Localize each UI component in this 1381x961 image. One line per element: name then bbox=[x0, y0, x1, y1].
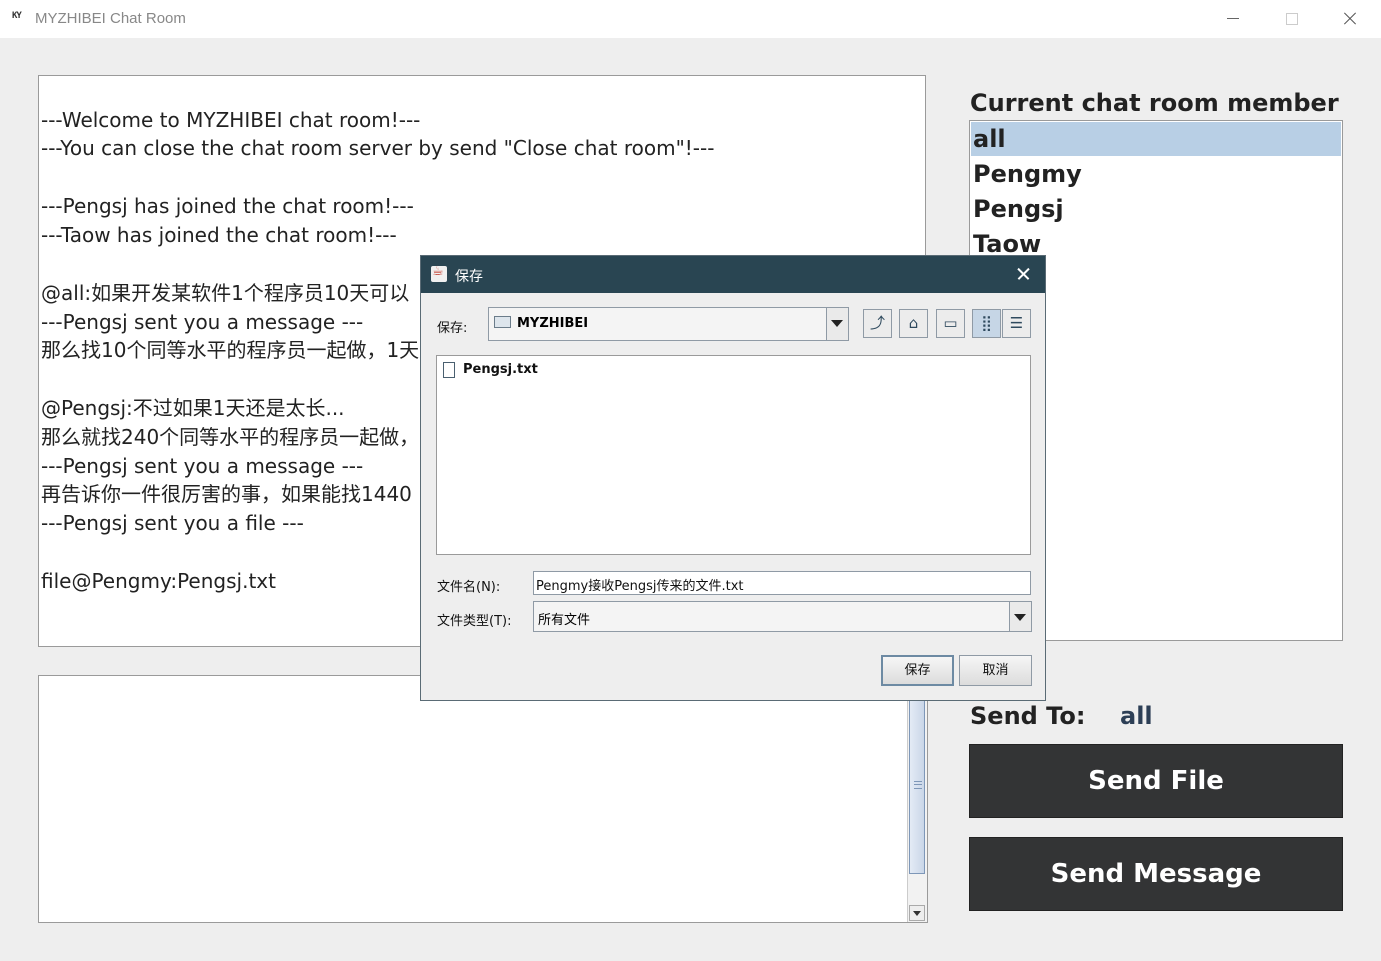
send-file-button[interactable]: Send File bbox=[969, 744, 1343, 818]
app-icon: KY bbox=[12, 11, 22, 21]
member-item-pengmy[interactable]: Pengmy bbox=[971, 157, 1341, 191]
scrollbar-thumb[interactable] bbox=[909, 696, 925, 874]
member-item-all[interactable]: all bbox=[971, 122, 1341, 156]
filename-field[interactable]: Pengmy接收Pengsj传来的文件.txt bbox=[533, 571, 1031, 595]
send-message-button[interactable]: Send Message bbox=[969, 837, 1343, 911]
chat-line: ---You can close the chat room server by… bbox=[41, 136, 715, 160]
chat-line: 那么找10个同等水平的程序员一起做，1天 bbox=[41, 338, 420, 362]
chevron-down-icon[interactable] bbox=[826, 308, 848, 340]
filetype-combo[interactable]: 所有文件 bbox=[533, 601, 1032, 632]
dialog-title: 保存 bbox=[455, 269, 483, 285]
list-view-icon[interactable]: ⣿ bbox=[972, 309, 1001, 338]
chat-line: ---Pengsj sent you a message --- bbox=[41, 310, 364, 334]
chat-line: ---Taow has joined the chat room!--- bbox=[41, 223, 397, 247]
cancel-button[interactable]: 取消 bbox=[959, 655, 1032, 686]
new-folder-icon[interactable]: ▭ bbox=[936, 309, 965, 338]
chat-line: ---Pengsj has joined the chat room!--- bbox=[41, 194, 414, 218]
save-in-combo[interactable]: MYZHIBEI bbox=[488, 307, 849, 341]
member-item-pengsj[interactable]: Pengsj bbox=[971, 192, 1341, 226]
file-item[interactable]: Pengsj.txt bbox=[463, 362, 538, 377]
save-button[interactable]: 保存 bbox=[881, 655, 954, 686]
save-in-label: 保存: bbox=[437, 321, 468, 336]
up-folder-icon[interactable]: ⤴ bbox=[863, 309, 892, 338]
close-button[interactable] bbox=[1320, 0, 1378, 38]
filename-label: 文件名(N): bbox=[437, 580, 501, 595]
chat-line: 那么就找240个同等水平的程序员一起做， bbox=[41, 425, 420, 449]
chat-line: ---Welcome to MYZHIBEI chat room!--- bbox=[41, 108, 421, 132]
grip-icon bbox=[914, 781, 922, 789]
message-input[interactable] bbox=[38, 675, 928, 923]
member-list-title: Current chat room member bbox=[970, 89, 1339, 117]
java-icon bbox=[431, 264, 447, 282]
send-to-label: Send To: bbox=[970, 702, 1086, 730]
window-titlebar: KY MYZHIBEI Chat Room bbox=[0, 0, 1381, 38]
scroll-down-button[interactable] bbox=[909, 905, 925, 921]
folder-icon bbox=[494, 316, 511, 328]
chat-line: @all:如果开发某软件1个程序员10天可以 bbox=[41, 281, 410, 305]
chat-line: @Pengsj:不过如果1天还是太长... bbox=[41, 396, 345, 420]
save-dialog: 保存 保存: MYZHIBEI ⤴ ⌂ ▭ ⣿ ☰ Pengsj.txt 文件名… bbox=[420, 255, 1046, 701]
dialog-titlebar: 保存 bbox=[421, 256, 1045, 293]
vertical-scrollbar[interactable] bbox=[907, 676, 927, 922]
window-title: MYZHIBEI Chat Room bbox=[35, 10, 186, 27]
file-icon bbox=[443, 362, 455, 378]
chat-line: 再告诉你一件很厉害的事，如果能找1440 bbox=[41, 482, 412, 506]
maximize-button[interactable] bbox=[1262, 0, 1320, 38]
filetype-value: 所有文件 bbox=[538, 613, 591, 628]
home-icon[interactable]: ⌂ bbox=[899, 309, 928, 338]
chat-line: ---Pengsj sent you a message --- bbox=[41, 454, 364, 478]
file-list[interactable]: Pengsj.txt bbox=[436, 355, 1031, 555]
dialog-close-icon[interactable] bbox=[1014, 264, 1034, 284]
folder-name: MYZHIBEI bbox=[517, 316, 589, 331]
chat-line: file@Pengmy:Pengsj.txt bbox=[41, 569, 276, 593]
minimize-button[interactable] bbox=[1204, 0, 1262, 38]
chat-line: ---Pengsj sent you a file --- bbox=[41, 511, 304, 535]
chevron-down-icon[interactable] bbox=[1009, 602, 1031, 631]
details-view-icon[interactable]: ☰ bbox=[1002, 309, 1031, 338]
filetype-label: 文件类型(T): bbox=[437, 614, 512, 629]
send-to-value: all bbox=[1120, 702, 1153, 730]
